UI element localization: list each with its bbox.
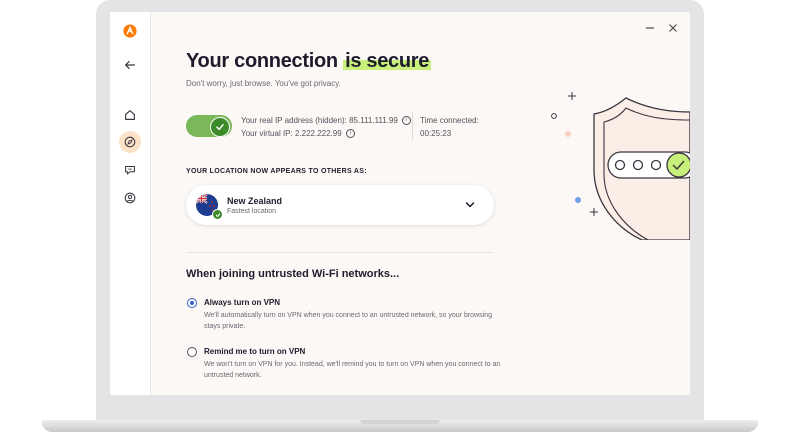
always-vpn-radio[interactable] [187, 298, 197, 308]
shield-illustration [551, 92, 690, 240]
virtual-ip-text: Your virtual IP: 2.222.222.99 [241, 129, 342, 138]
chat-icon[interactable] [119, 159, 141, 181]
close-icon[interactable] [665, 20, 681, 36]
title-highlight: is secure [343, 50, 432, 72]
laptop-notch [360, 420, 440, 424]
location-selector[interactable]: New Zealand Fastest location [186, 185, 494, 225]
sidebar [110, 12, 151, 395]
compass-icon[interactable] [119, 131, 141, 153]
time-connected-label: Time connected: [420, 116, 479, 125]
virtual-ip-line: Your virtual IP: 2.222.222.99 i [241, 129, 355, 139]
remind-vpn-title[interactable]: Remind me to turn on VPN [204, 347, 305, 356]
location-name: New Zealand [227, 196, 283, 206]
app-window: Your connection is secure Don't worry, j… [110, 12, 690, 395]
avast-logo-icon [119, 20, 141, 42]
chevron-down-icon[interactable] [464, 199, 476, 211]
title-prefix: Your connection [186, 50, 338, 72]
real-ip-line: Your real IP address (hidden): 85.111.11… [241, 116, 412, 126]
checkmark-icon [210, 117, 230, 137]
info-icon[interactable]: i [345, 129, 355, 139]
always-vpn-title[interactable]: Always turn on VPN [204, 298, 280, 307]
account-icon[interactable] [119, 187, 141, 209]
remind-vpn-desc: We won't turn on VPN for you. Instead, w… [204, 361, 501, 379]
time-connected-value: 00:25:23 [420, 129, 452, 138]
info-icon[interactable]: i [402, 116, 412, 126]
location-subtitle: Fastest location [227, 208, 277, 215]
wifi-heading: When joining untrusted Wi-Fi networks... [186, 268, 400, 280]
location-heading: YOUR LOCATION NOW APPEARS TO OTHERS AS: [186, 168, 367, 175]
back-arrow-icon[interactable] [119, 54, 141, 76]
section-divider [186, 252, 494, 253]
vpn-toggle[interactable] [186, 115, 232, 137]
home-icon[interactable] [119, 104, 141, 126]
connected-check-icon [212, 209, 223, 220]
page-subtitle: Don't worry, just browse. You've got pri… [186, 79, 341, 88]
remind-vpn-radio[interactable] [187, 347, 197, 357]
always-vpn-desc: We'll automatically turn on VPN when you… [204, 312, 492, 330]
divider [412, 112, 413, 140]
real-ip-text: Your real IP address (hidden): 85.111.11… [241, 116, 398, 125]
page-title: Your connection is secure [186, 50, 432, 73]
minimize-icon[interactable] [642, 20, 658, 36]
